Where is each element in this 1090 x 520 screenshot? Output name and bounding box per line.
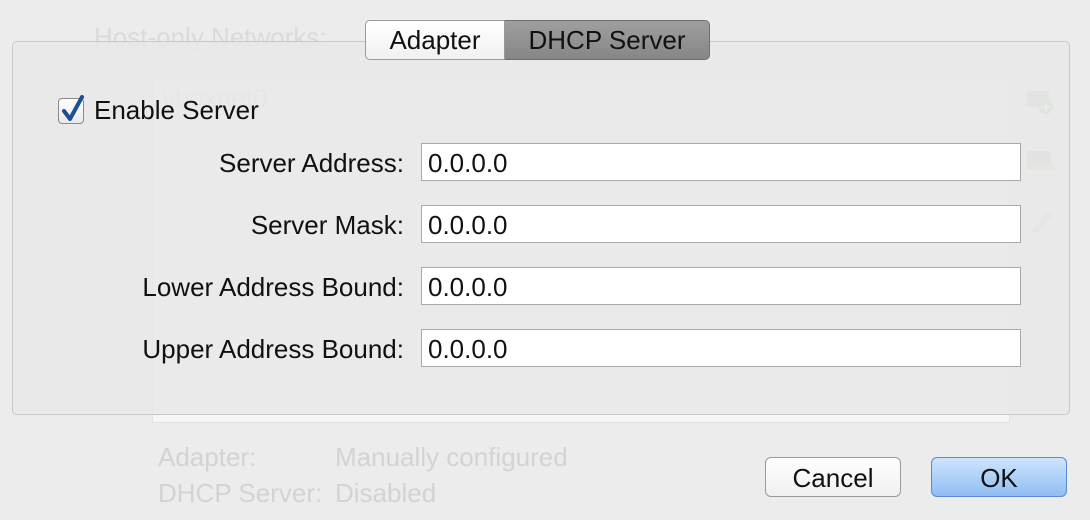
enable-server-row: Enable Server bbox=[58, 94, 259, 126]
enable-server-label: Enable Server bbox=[94, 95, 259, 125]
upper-address-bound-label: Upper Address Bound: bbox=[142, 334, 404, 364]
dhcp-server-status: DHCP Server: Disabled bbox=[158, 478, 436, 509]
tab-dhcp-server[interactable]: DHCP Server bbox=[505, 20, 710, 60]
adapter-status: Adapter: Manually configured bbox=[158, 442, 568, 473]
dhcp-server-status-key: DHCP Server: bbox=[158, 478, 323, 508]
dhcp-server-status-value: Disabled bbox=[335, 478, 437, 508]
enable-server-checkbox[interactable] bbox=[58, 94, 84, 124]
lower-address-bound-label: Lower Address Bound: bbox=[142, 272, 404, 302]
tab-adapter[interactable]: Adapter bbox=[365, 20, 505, 60]
upper-address-bound-row: Upper Address Bound: 0.0.0.0 bbox=[0, 329, 1030, 369]
settings-tabs: Adapter DHCP Server bbox=[365, 20, 710, 60]
server-address-row: Server Address: 0.0.0.0 bbox=[0, 143, 1030, 183]
server-mask-field[interactable]: 0.0.0.0 bbox=[421, 205, 1021, 243]
adapter-status-key: Adapter: bbox=[158, 442, 257, 472]
server-address-label: Server Address: bbox=[219, 148, 404, 178]
server-address-field[interactable]: 0.0.0.0 bbox=[421, 143, 1021, 181]
lower-address-bound-field[interactable]: 0.0.0.0 bbox=[421, 267, 1021, 305]
adapter-status-value: Manually configured bbox=[335, 442, 568, 472]
upper-address-bound-field[interactable]: 0.0.0.0 bbox=[421, 329, 1021, 367]
server-mask-row: Server Mask: 0.0.0.0 bbox=[0, 205, 1030, 245]
cancel-button[interactable]: Cancel bbox=[765, 457, 901, 497]
ok-button[interactable]: OK bbox=[931, 457, 1067, 497]
lower-address-bound-row: Lower Address Bound: 0.0.0.0 bbox=[0, 267, 1030, 307]
server-mask-label: Server Mask: bbox=[250, 210, 404, 240]
checkmark-icon bbox=[62, 94, 84, 121]
